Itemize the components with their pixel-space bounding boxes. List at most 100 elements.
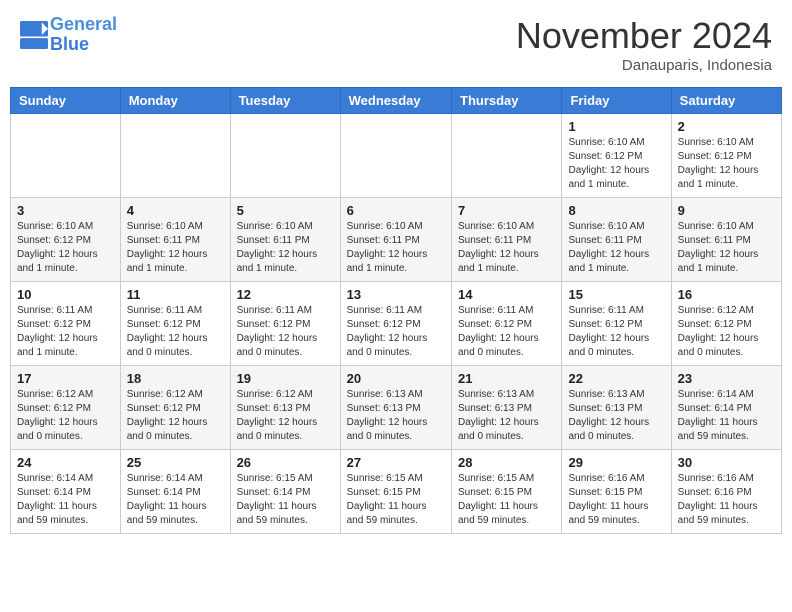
calendar-cell: 10 Sunrise: 6:11 AM Sunset: 6:12 PM Dayli…: [11, 282, 121, 366]
calendar-cell: [340, 114, 451, 198]
day-number: 5: [237, 203, 334, 218]
day-info: Sunrise: 6:11 AM Sunset: 6:12 PM Dayligh…: [568, 304, 664, 360]
day-number: 26: [237, 455, 334, 470]
day-number: 29: [568, 455, 664, 470]
day-number: 24: [17, 455, 114, 470]
day-number: 23: [678, 371, 775, 386]
day-info: Sunrise: 6:15 AM Sunset: 6:15 PM Dayligh…: [458, 472, 555, 528]
calendar-body: 1 Sunrise: 6:10 AM Sunset: 6:12 PM Daylig…: [11, 114, 782, 534]
day-info: Sunrise: 6:14 AM Sunset: 6:14 PM Dayligh…: [17, 472, 114, 528]
logo-text: General Blue: [50, 15, 117, 55]
calendar-cell: 15 Sunrise: 6:11 AM Sunset: 6:12 PM Dayli…: [562, 282, 671, 366]
calendar-cell: 21 Sunrise: 6:13 AM Sunset: 6:13 PM Dayli…: [452, 366, 562, 450]
day-number: 3: [17, 203, 114, 218]
calendar-cell: 11 Sunrise: 6:11 AM Sunset: 6:12 PM Dayli…: [120, 282, 230, 366]
day-number: 6: [347, 203, 445, 218]
calendar-cell: 19 Sunrise: 6:12 AM Sunset: 6:13 PM Dayli…: [230, 366, 340, 450]
calendar-cell: [230, 114, 340, 198]
logo-icon: [20, 21, 48, 49]
calendar-cell: 14 Sunrise: 6:11 AM Sunset: 6:12 PM Dayli…: [452, 282, 562, 366]
calendar-cell: 23Sunrise: 6:14 AM Sunset: 6:14 PM Dayli…: [671, 366, 781, 450]
day-number: 1: [568, 119, 664, 134]
header-day: Wednesday: [340, 88, 451, 114]
day-info: Sunrise: 6:10 AM Sunset: 6:11 PM Dayligh…: [458, 220, 555, 276]
day-info: Sunrise: 6:15 AM Sunset: 6:14 PM Dayligh…: [237, 472, 334, 528]
calendar-cell: 27 Sunrise: 6:15 AM Sunset: 6:15 PM Dayli…: [340, 450, 451, 534]
day-number: 18: [127, 371, 224, 386]
day-number: 21: [458, 371, 555, 386]
header-day: Saturday: [671, 88, 781, 114]
day-info: Sunrise: 6:11 AM Sunset: 6:12 PM Dayligh…: [17, 304, 114, 360]
logo-line2: Blue: [50, 34, 89, 54]
day-number: 9: [678, 203, 775, 218]
calendar-cell: 20Sunrise: 6:13 AM Sunset: 6:13 PM Dayli…: [340, 366, 451, 450]
day-number: 15: [568, 287, 664, 302]
month-year: November 2024: [516, 15, 772, 57]
calendar-week-row: 24 Sunrise: 6:14 AM Sunset: 6:14 PM Dayli…: [11, 450, 782, 534]
calendar-cell: 16 Sunrise: 6:12 AM Sunset: 6:12 PM Dayli…: [671, 282, 781, 366]
logo: General Blue: [20, 15, 117, 55]
day-info: Sunrise: 6:14 AM Sunset: 6:14 PM Dayligh…: [127, 472, 224, 528]
day-number: 17: [17, 371, 114, 386]
day-info: Sunrise: 6:10 AM Sunset: 6:11 PM Dayligh…: [678, 220, 775, 276]
day-number: 22: [568, 371, 664, 386]
day-info: Sunrise: 6:12 AM Sunset: 6:12 PM Dayligh…: [17, 388, 114, 444]
calendar-cell: 30 Sunrise: 6:16 AM Sunset: 6:16 PM Dayli…: [671, 450, 781, 534]
day-info: Sunrise: 6:10 AM Sunset: 6:11 PM Dayligh…: [237, 220, 334, 276]
header-day: Monday: [120, 88, 230, 114]
day-info: Sunrise: 6:12 AM Sunset: 6:12 PM Dayligh…: [678, 304, 775, 360]
day-info: Sunrise: 6:11 AM Sunset: 6:12 PM Dayligh…: [127, 304, 224, 360]
day-number: 27: [347, 455, 445, 470]
calendar-cell: 9 Sunrise: 6:10 AM Sunset: 6:11 PM Daylig…: [671, 198, 781, 282]
day-info: Sunrise: 6:13 AM Sunset: 6:13 PM Dayligh…: [568, 388, 664, 444]
calendar-cell: 1 Sunrise: 6:10 AM Sunset: 6:12 PM Daylig…: [562, 114, 671, 198]
header-day: Sunday: [11, 88, 121, 114]
calendar-cell: 18 Sunrise: 6:12 AM Sunset: 6:12 PM Dayli…: [120, 366, 230, 450]
calendar-cell: 29 Sunrise: 6:16 AM Sunset: 6:15 PM Dayli…: [562, 450, 671, 534]
calendar-cell: 4 Sunrise: 6:10 AM Sunset: 6:11 PM Daylig…: [120, 198, 230, 282]
calendar-cell: 7Sunrise: 6:10 AM Sunset: 6:11 PM Daylig…: [452, 198, 562, 282]
calendar-cell: [452, 114, 562, 198]
day-info: Sunrise: 6:10 AM Sunset: 6:11 PM Dayligh…: [127, 220, 224, 276]
day-info: Sunrise: 6:10 AM Sunset: 6:11 PM Dayligh…: [347, 220, 445, 276]
calendar-cell: 26 Sunrise: 6:15 AM Sunset: 6:14 PM Dayli…: [230, 450, 340, 534]
logo-line1: General: [50, 14, 117, 34]
day-info: Sunrise: 6:15 AM Sunset: 6:15 PM Dayligh…: [347, 472, 445, 528]
calendar-week-row: 10 Sunrise: 6:11 AM Sunset: 6:12 PM Dayli…: [11, 282, 782, 366]
calendar-cell: 13Sunrise: 6:11 AM Sunset: 6:12 PM Dayli…: [340, 282, 451, 366]
calendar-cell: 24 Sunrise: 6:14 AM Sunset: 6:14 PM Dayli…: [11, 450, 121, 534]
day-info: Sunrise: 6:13 AM Sunset: 6:13 PM Dayligh…: [458, 388, 555, 444]
day-number: 19: [237, 371, 334, 386]
calendar-cell: 6 Sunrise: 6:10 AM Sunset: 6:11 PM Daylig…: [340, 198, 451, 282]
day-info: Sunrise: 6:16 AM Sunset: 6:15 PM Dayligh…: [568, 472, 664, 528]
header-day: Thursday: [452, 88, 562, 114]
day-number: 4: [127, 203, 224, 218]
day-number: 28: [458, 455, 555, 470]
day-number: 11: [127, 287, 224, 302]
day-number: 30: [678, 455, 775, 470]
day-number: 10: [17, 287, 114, 302]
calendar-cell: [120, 114, 230, 198]
day-info: Sunrise: 6:11 AM Sunset: 6:12 PM Dayligh…: [458, 304, 555, 360]
calendar-cell: 25Sunrise: 6:14 AM Sunset: 6:14 PM Dayli…: [120, 450, 230, 534]
calendar-cell: 22 Sunrise: 6:13 AM Sunset: 6:13 PM Dayli…: [562, 366, 671, 450]
day-number: 16: [678, 287, 775, 302]
day-info: Sunrise: 6:12 AM Sunset: 6:12 PM Dayligh…: [127, 388, 224, 444]
day-number: 12: [237, 287, 334, 302]
calendar-cell: 5 Sunrise: 6:10 AM Sunset: 6:11 PM Daylig…: [230, 198, 340, 282]
day-number: 13: [347, 287, 445, 302]
day-number: 14: [458, 287, 555, 302]
calendar-header: SundayMondayTuesdayWednesdayThursdayFrid…: [11, 88, 782, 114]
day-info: Sunrise: 6:10 AM Sunset: 6:12 PM Dayligh…: [568, 136, 664, 192]
day-number: 2: [678, 119, 775, 134]
calendar-cell: 17 Sunrise: 6:12 AM Sunset: 6:12 PM Dayli…: [11, 366, 121, 450]
calendar-cell: 28 Sunrise: 6:15 AM Sunset: 6:15 PM Dayli…: [452, 450, 562, 534]
calendar-cell: 2Sunrise: 6:10 AM Sunset: 6:12 PM Daylig…: [671, 114, 781, 198]
calendar-cell: 3Sunrise: 6:10 AM Sunset: 6:12 PM Daylig…: [11, 198, 121, 282]
day-info: Sunrise: 6:12 AM Sunset: 6:13 PM Dayligh…: [237, 388, 334, 444]
calendar-week-row: 1 Sunrise: 6:10 AM Sunset: 6:12 PM Daylig…: [11, 114, 782, 198]
calendar-week-row: 17 Sunrise: 6:12 AM Sunset: 6:12 PM Dayli…: [11, 366, 782, 450]
page-header: General Blue November 2024 Danauparis, I…: [10, 10, 782, 79]
day-info: Sunrise: 6:16 AM Sunset: 6:16 PM Dayligh…: [678, 472, 775, 528]
calendar-cell: 12Sunrise: 6:11 AM Sunset: 6:12 PM Dayli…: [230, 282, 340, 366]
